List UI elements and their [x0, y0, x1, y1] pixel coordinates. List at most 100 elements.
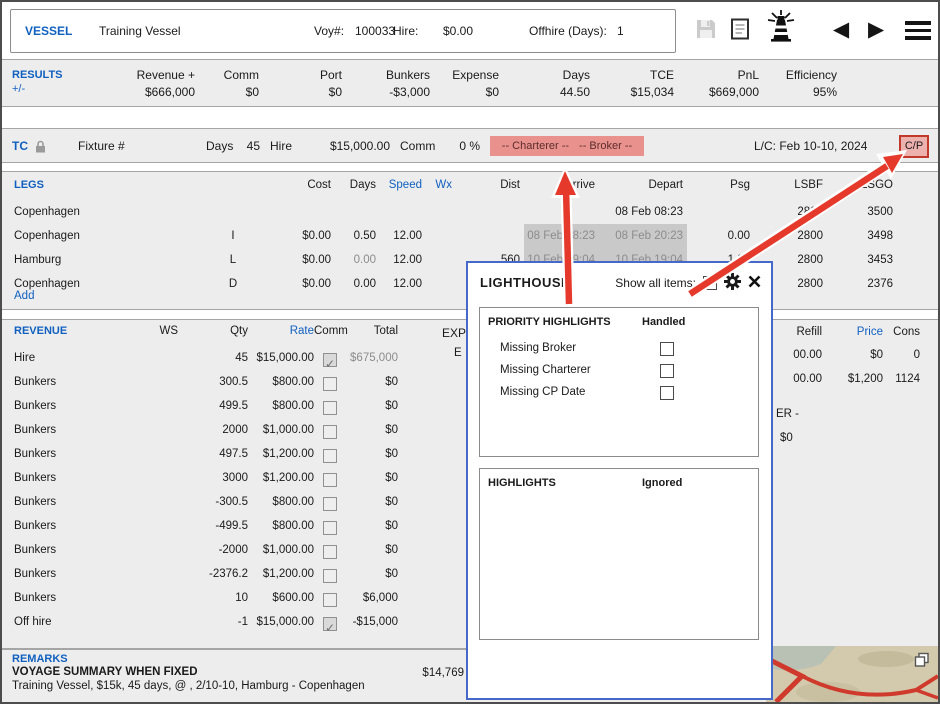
- leg-dist: [456, 224, 524, 248]
- popout-icon[interactable]: [914, 652, 930, 671]
- comm-checkbox[interactable]: [323, 569, 337, 583]
- comm-checkbox[interactable]: [323, 617, 337, 631]
- revenue-rate[interactable]: $15,000.00: [252, 610, 318, 634]
- revenue-header-row: REVENUE WS Qty Rate Comm Total: [10, 325, 402, 337]
- missing-broker-checkbox[interactable]: [660, 342, 674, 356]
- revenue-rate[interactable]: $600.00: [252, 586, 318, 610]
- revenue-rate[interactable]: $800.00: [252, 370, 318, 394]
- revenue-qty[interactable]: 300.5: [182, 370, 252, 394]
- leg-port[interactable]: Copenhagen: [10, 272, 225, 296]
- vessel-name[interactable]: Training Vessel: [99, 23, 181, 39]
- results-title[interactable]: RESULTS +/-: [12, 68, 63, 96]
- comm-checkbox[interactable]: [323, 473, 337, 487]
- voyage-number-value[interactable]: 100033: [355, 23, 395, 39]
- revenue-qty[interactable]: -300.5: [182, 490, 252, 514]
- leg-cost[interactable]: $0.00: [245, 248, 335, 272]
- notes-icon[interactable]: [730, 17, 751, 44]
- save-icon[interactable]: [694, 17, 718, 44]
- forward-arrow-icon[interactable]: ▶: [868, 19, 884, 41]
- add-leg-link[interactable]: Add: [14, 290, 34, 302]
- laycan-value[interactable]: L/C: Feb 10-10, 2024: [754, 139, 867, 153]
- hire-value[interactable]: $0.00: [427, 23, 473, 39]
- revenue-qty[interactable]: 499.5: [182, 394, 252, 418]
- comm-checkbox[interactable]: [323, 377, 337, 391]
- highlight-item-label: Missing Charterer: [500, 364, 591, 376]
- close-icon[interactable]: [748, 275, 761, 291]
- missing-charterer-checkbox[interactable]: [660, 364, 674, 378]
- revenue-qty[interactable]: 3000: [182, 466, 252, 490]
- revenue-rate[interactable]: $15,000.00: [252, 346, 318, 370]
- revenue-rate[interactable]: $800.00: [252, 394, 318, 418]
- leg-days[interactable]: 0.50: [335, 224, 380, 248]
- revenue-rate[interactable]: $800.00: [252, 490, 318, 514]
- broker-placeholder[interactable]: -- Broker --: [579, 140, 632, 152]
- revenue-rate[interactable]: $1,200.00: [252, 442, 318, 466]
- offhire-value[interactable]: 1: [617, 23, 624, 39]
- comm-checkbox[interactable]: [323, 449, 337, 463]
- results-plusminus[interactable]: +/-: [12, 82, 63, 96]
- gear-icon[interactable]: [724, 273, 741, 293]
- menu-icon[interactable]: [905, 21, 931, 44]
- leg-cost[interactable]: $0.00: [245, 272, 335, 296]
- revenue-rate[interactable]: $1,200.00: [252, 466, 318, 490]
- leg-port[interactable]: Copenhagen: [10, 224, 225, 248]
- leg-lsgo[interactable]: 3500: [827, 200, 897, 224]
- leg-lsbf[interactable]: 2800: [754, 200, 827, 224]
- revenue-label: Hire: [10, 346, 152, 370]
- back-arrow-icon[interactable]: ◀: [833, 19, 849, 41]
- lighthouse-icon[interactable]: [760, 10, 802, 45]
- revenue-qty[interactable]: 45: [182, 346, 252, 370]
- revenue-rate[interactable]: $800.00: [252, 514, 318, 538]
- comm-checkbox[interactable]: [323, 593, 337, 607]
- revenue-qty[interactable]: 497.5: [182, 442, 252, 466]
- leg-cost[interactable]: $0.00: [245, 224, 335, 248]
- remarks-title[interactable]: REMARKS: [12, 653, 68, 665]
- leg-lsbf[interactable]: 2800: [754, 224, 827, 248]
- comm-checkbox[interactable]: [323, 425, 337, 439]
- missing-cp-date-checkbox[interactable]: [660, 386, 674, 400]
- show-all-items-checkbox[interactable]: [703, 276, 717, 290]
- leg-depart[interactable]: 08 Feb 08:23: [599, 200, 687, 224]
- leg-speed[interactable]: 12.00: [380, 248, 426, 272]
- tc-comm-value[interactable]: 0 %: [434, 139, 480, 153]
- tc-hire-value[interactable]: $15,000.00: [302, 139, 390, 153]
- charterer-placeholder[interactable]: -- Charterer --: [502, 140, 569, 152]
- revenue-qty[interactable]: 10: [182, 586, 252, 610]
- comm-checkbox[interactable]: [323, 353, 337, 367]
- comm-checkbox[interactable]: [323, 401, 337, 415]
- revenue-qty[interactable]: -2000: [182, 538, 252, 562]
- revenue-qty[interactable]: -1: [182, 610, 252, 634]
- col-rate[interactable]: Rate: [252, 325, 318, 337]
- leg-lsgo[interactable]: 3498: [827, 224, 897, 248]
- lock-icon[interactable]: [35, 140, 46, 156]
- fixture-label[interactable]: Fixture #: [78, 139, 125, 153]
- revenue-label: Off hire: [10, 610, 152, 634]
- revenue-rate[interactable]: $1,200.00: [252, 562, 318, 586]
- revenue-qty[interactable]: -2376.2: [182, 562, 252, 586]
- col-price[interactable]: Price: [838, 326, 883, 338]
- leg-days[interactable]: 0.00: [335, 272, 380, 296]
- leg-port[interactable]: Hamburg: [10, 248, 225, 272]
- revenue-qty[interactable]: -499.5: [182, 514, 252, 538]
- leg-lsgo[interactable]: 2376: [827, 272, 897, 296]
- result-port: Port$0: [259, 68, 342, 99]
- price-value[interactable]: $1,200: [838, 373, 883, 385]
- cp-button[interactable]: C/P: [899, 135, 929, 158]
- revenue-rate[interactable]: $1,000.00: [252, 538, 318, 562]
- vessel-label[interactable]: VESSEL: [25, 23, 72, 39]
- col-speed[interactable]: Speed: [380, 179, 426, 191]
- leg-port[interactable]: Copenhagen: [10, 200, 225, 224]
- tc-label[interactable]: TC: [12, 139, 28, 153]
- comm-checkbox[interactable]: [323, 521, 337, 535]
- revenue-qty[interactable]: 2000: [182, 418, 252, 442]
- leg-lsgo[interactable]: 3453: [827, 248, 897, 272]
- comm-checkbox[interactable]: [323, 545, 337, 559]
- revenue-rate[interactable]: $1,000.00: [252, 418, 318, 442]
- tc-days-value[interactable]: 45: [230, 139, 260, 153]
- col-wx[interactable]: Wx: [426, 179, 456, 191]
- leg-speed[interactable]: 12.00: [380, 224, 426, 248]
- comm-checkbox[interactable]: [323, 497, 337, 511]
- cons-value: 1124: [890, 373, 920, 385]
- leg-speed[interactable]: 12.00: [380, 272, 426, 296]
- price-value[interactable]: $0: [838, 349, 883, 361]
